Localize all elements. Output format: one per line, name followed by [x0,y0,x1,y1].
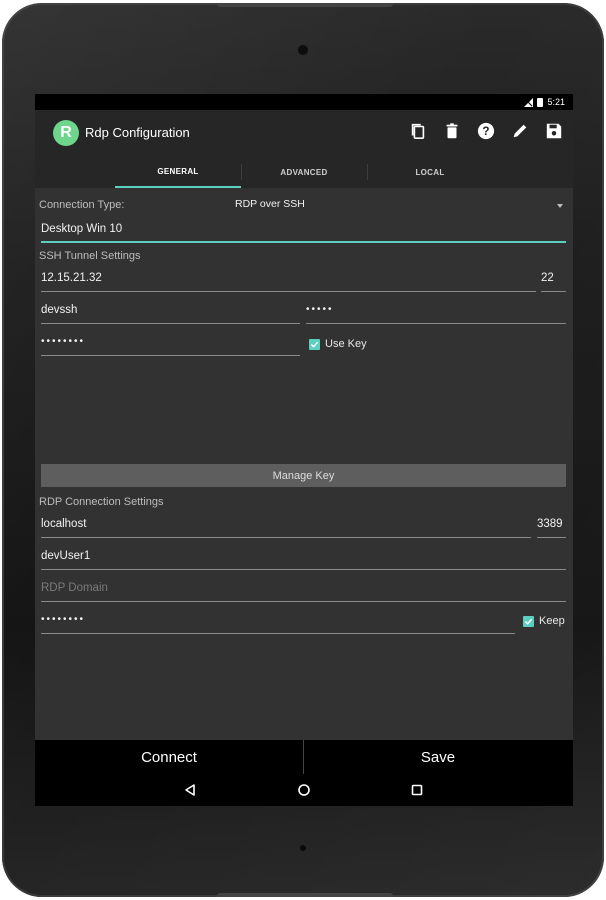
ssh-port-input[interactable]: 22 [541,272,566,292]
checkbox-checked-icon[interactable] [309,338,320,350]
connect-button[interactable]: Connect [35,740,303,774]
device-screen: 5:21 R Rdp Configuration ? GENERAL ADVAN… [35,94,573,806]
rdp-user-input[interactable]: devUser1 [41,550,566,570]
action-bar: ? [407,120,565,142]
rdp-password-input[interactable]: •••••••• [41,614,515,634]
use-key-checkbox[interactable]: Use Key [309,338,367,350]
copy-icon[interactable] [407,120,429,142]
keep-label: Keep [539,615,565,627]
tab-general[interactable]: GENERAL [115,156,241,188]
edit-icon[interactable] [509,120,531,142]
home-icon[interactable] [295,781,313,799]
rdp-section-label: RDP Connection Settings [39,496,164,508]
checkbox-checked-icon[interactable] [523,615,534,627]
ssh-password-input[interactable]: ••••• [306,304,566,324]
ssh-key-password-input[interactable]: •••••••• [41,336,300,356]
back-icon[interactable] [181,781,199,799]
ssh-section-label: SSH Tunnel Settings [39,250,141,262]
rdp-host-input[interactable]: localhost [41,518,531,538]
dropdown-arrow-icon[interactable] [557,204,563,208]
manage-key-button[interactable]: Manage Key [41,464,566,487]
connection-type-label: Connection Type: [39,199,125,211]
app-title: Rdp Configuration [85,125,190,140]
front-camera [298,45,308,55]
device-bottom-edge [217,893,393,897]
tab-local[interactable]: LOCAL [367,156,493,188]
status-time: 5:21 [547,97,565,107]
connection-name-input[interactable]: Desktop Win 10 [41,223,566,243]
help-icon[interactable]: ? [475,120,497,142]
device-top-edge [217,3,393,7]
save-button[interactable]: Save [304,740,572,774]
system-nav-bar [35,774,573,806]
tab-advanced[interactable]: ADVANCED [241,156,367,188]
connection-type-select[interactable]: RDP over SSH [235,198,305,210]
battery-icon [537,97,544,107]
save-icon[interactable] [543,120,565,142]
bottom-sensor [300,845,306,851]
ssh-host-input[interactable]: 12.15.21.32 [41,272,536,292]
app-logo: R [53,120,79,146]
recents-icon[interactable] [408,781,426,799]
delete-icon[interactable] [441,120,463,142]
status-bar: 5:21 [35,94,573,110]
use-key-label: Use Key [325,338,367,350]
svg-text:?: ? [482,125,489,138]
tab-bar: GENERAL ADVANCED LOCAL [35,156,573,188]
app-bar: R Rdp Configuration ? [35,110,573,156]
rdp-port-input[interactable]: 3389 [537,518,566,538]
bottom-action-bar: Connect Save [35,740,573,774]
ssh-user-input[interactable]: devssh [41,304,300,324]
no-signal-icon [524,97,534,107]
keep-password-checkbox[interactable]: Keep [523,615,565,627]
rdp-domain-input[interactable]: RDP Domain [41,582,566,602]
